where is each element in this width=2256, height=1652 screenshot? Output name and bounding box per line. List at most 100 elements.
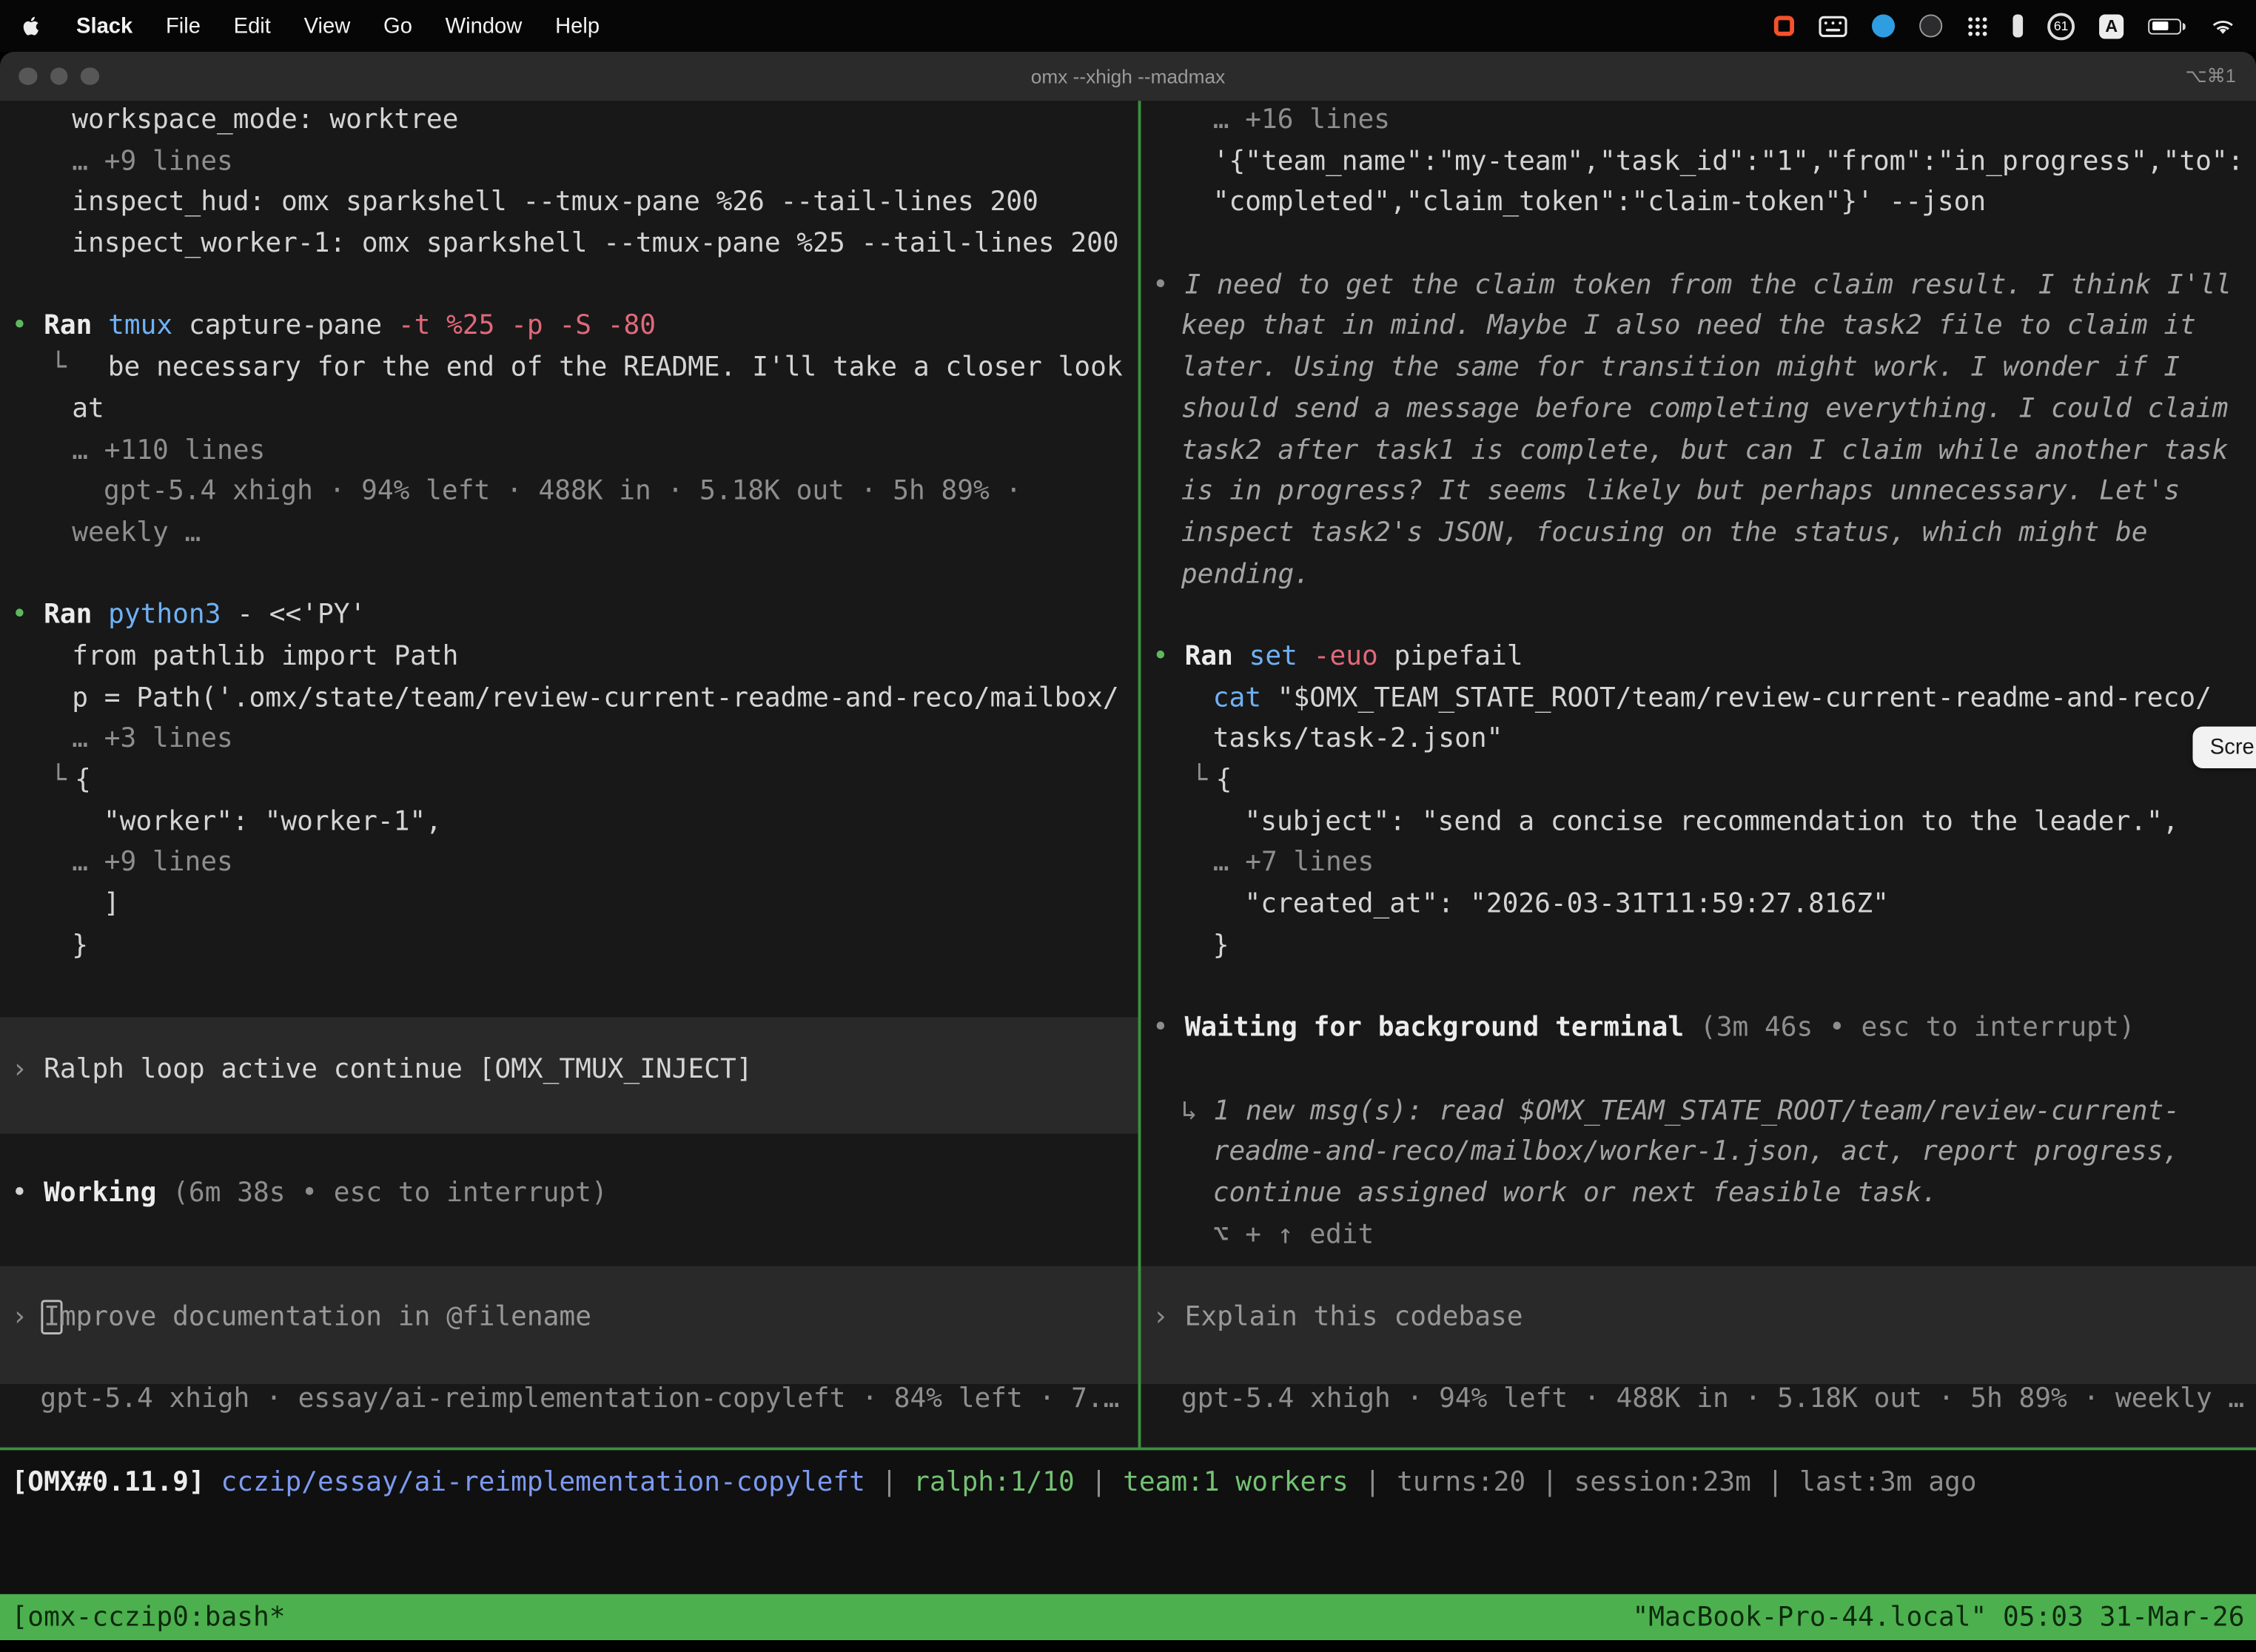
- command-body-line: '{"team_name":"my-team","task_id":"1","f…: [1141, 142, 2256, 184]
- inject-message-line: › Ralph loop active continue [OMX_TMUX_I…: [0, 1050, 1138, 1092]
- command-output-line: "worker": "worker-1",: [0, 802, 1138, 844]
- command-output-line: └{: [0, 761, 1138, 802]
- prompt-placeholder: Explain this codebase: [1185, 1302, 1523, 1332]
- prompt-input-left[interactable]: › Improve documentation in @filename: [0, 1297, 1138, 1339]
- menu-item-view[interactable]: View: [304, 13, 351, 38]
- tmux-status-bar: [omx-cczip0:bash*"MacBook-Pro-44.local" …: [0, 1594, 2256, 1640]
- command-output-line: }: [1141, 926, 2256, 967]
- command-name: set: [1249, 642, 1297, 672]
- command-flags: -euo: [1297, 642, 1378, 672]
- blank-line: [0, 1339, 1138, 1380]
- command-body-line: tasks/task-2.json": [1141, 720, 2256, 762]
- tmux-pane-right[interactable]: … +16 lines '{"team_name":"my-team","tas…: [1141, 101, 2256, 1447]
- collapsed-lines-indicator: … +9 lines: [0, 844, 1138, 885]
- omx-version: [OMX#0.11.9]: [12, 1468, 221, 1498]
- menu-bar-menus: Slack File Edit View Go Window Help: [20, 13, 600, 38]
- blank-line: [0, 967, 1138, 1009]
- command-name: cat: [1213, 683, 1278, 713]
- terminal-window: omx --xhigh --madmax ⌥⌘1 workspace_mode:…: [0, 52, 2256, 1652]
- waiting-label: Waiting for background terminal: [1185, 1013, 1700, 1044]
- input-source-icon[interactable]: A: [2099, 13, 2124, 38]
- menu-bar-status-icons: 61 A: [1774, 13, 2236, 40]
- battery-icon[interactable]: [2148, 18, 2186, 33]
- prompt-input-right[interactable]: › Explain this codebase: [1141, 1297, 2256, 1339]
- bullet-icon: •: [12, 1178, 44, 1209]
- collapsed-lines-indicator: … +7 lines: [1141, 844, 2256, 885]
- ran-command-line: • Ran set -euo pipefail: [1141, 637, 2256, 679]
- tmux-clock: 05:03: [2003, 1602, 2100, 1633]
- zoom-button[interactable]: [81, 67, 98, 85]
- ran-label: Ran: [44, 312, 108, 342]
- thinking-line: is in progress? It seems likely but perh…: [1141, 472, 2256, 514]
- input-source-letter: A: [2105, 16, 2118, 36]
- thinking-line: later. Using the same for transition mig…: [1141, 349, 2256, 390]
- omx-status-line: [OMX#0.11.9] cczip/essay/ai-reimplementa…: [0, 1450, 2256, 1594]
- command-args: pipefail: [1378, 642, 1523, 672]
- chevron-icon: ›: [12, 1302, 44, 1332]
- apple-menu-icon[interactable]: [20, 13, 43, 38]
- menu-item-go[interactable]: Go: [383, 13, 412, 38]
- window-titlebar[interactable]: omx --xhigh --madmax ⌥⌘1: [0, 52, 2256, 101]
- menu-item-file[interactable]: File: [166, 13, 201, 38]
- terminal-content: workspace_mode: worktree … +9 lines insp…: [0, 101, 2256, 1447]
- screen: Slack File Edit View Go Window Help 61 A: [0, 0, 2256, 1652]
- prompt-placeholder: mprove documentation in @filename: [60, 1302, 591, 1332]
- menu-item-help[interactable]: Help: [555, 13, 600, 38]
- blank-line: [0, 266, 1138, 307]
- tmux-pane-left[interactable]: workspace_mode: worktree … +9 lines insp…: [0, 101, 1138, 1447]
- command-body-line: cat "$OMX_TEAM_STATE_ROOT/team/review-cu…: [1141, 679, 2256, 720]
- command-output-line: "subject": "send a concise recommendatio…: [1141, 802, 2256, 844]
- blank-line: [0, 1132, 1138, 1174]
- menu-app-name[interactable]: Slack: [76, 13, 132, 38]
- elbow-icon: └: [50, 349, 108, 390]
- menu-bar: Slack File Edit View Go Window Help 61 A: [0, 0, 2256, 52]
- menu-item-window[interactable]: Window: [446, 13, 523, 38]
- dark-app-icon[interactable]: [1919, 14, 1942, 37]
- thinking-line: keep that in mind. Maybe I also need the…: [1141, 307, 2256, 349]
- command-output-line: at: [0, 389, 1138, 431]
- blank-line: [0, 1091, 1138, 1132]
- bullet-icon: •: [12, 600, 44, 631]
- close-button[interactable]: [19, 67, 36, 85]
- window-title: omx --xhigh --madmax: [1031, 65, 1225, 87]
- ran-command-line: • Ran tmux capture-pane -t %25 -p -S -80: [0, 307, 1138, 349]
- text-cursor: I: [44, 1302, 60, 1332]
- command-flags: -t %25 -p -S -80: [398, 312, 656, 342]
- collapsed-lines-indicator: … +9 lines: [0, 142, 1138, 184]
- thinking-line: • I need to get the claim token from the…: [1141, 266, 2256, 307]
- blank-line: [0, 1256, 1138, 1297]
- omx-last-activity: last:3m ago: [1799, 1468, 1976, 1498]
- chevron-icon: ›: [1152, 1302, 1185, 1332]
- bullet-icon: •: [12, 312, 44, 342]
- command-output-line: ]: [0, 885, 1138, 927]
- command-output-line: }: [0, 926, 1138, 967]
- tmux-host-time: "MacBook-Pro-44.local" 05:03 31-Mar-26: [1633, 1602, 2245, 1633]
- dots-grid-icon[interactable]: [1967, 15, 1988, 36]
- model-status-line: gpt-5.4 xhigh · 94% left · 488K in · 5.1…: [1141, 1380, 2256, 1422]
- tmux-hostname: "MacBook-Pro-44.local": [1633, 1602, 2004, 1633]
- keyboard-icon[interactable]: [1819, 15, 1847, 36]
- blue-app-icon[interactable]: [1872, 14, 1895, 37]
- blank-line: [1141, 224, 2256, 266]
- screen-recording-icon[interactable]: [1774, 16, 1794, 36]
- command-name: python3: [108, 600, 237, 631]
- command-output-line: "created_at": "2026-03-31T11:59:27.816Z": [1141, 885, 2256, 927]
- waiting-meta: (3m 46s • esc to interrupt): [1700, 1013, 2135, 1044]
- waiting-status-line: • Waiting for background terminal (3m 46…: [1141, 1009, 2256, 1050]
- gauge-value: 61: [2054, 19, 2068, 33]
- thinking-line: task2 after task1 is complete, but can I…: [1141, 431, 2256, 472]
- working-meta: (6m 38s • esc to interrupt): [172, 1178, 608, 1209]
- thinking-line: pending.: [1141, 554, 2256, 596]
- blank-line: [0, 1215, 1138, 1257]
- command-body-line: p = Path('.omx/state/team/review-current…: [0, 679, 1138, 720]
- gauge-icon[interactable]: 61: [2047, 13, 2075, 40]
- wifi-icon[interactable]: [2210, 16, 2236, 36]
- key-icon[interactable]: [2012, 14, 2023, 37]
- blank-line: [1141, 967, 2256, 1009]
- omx-team-counter: team:1 workers: [1123, 1468, 1349, 1498]
- menu-item-edit[interactable]: Edit: [234, 13, 271, 38]
- command-body-line: "completed","claim_token":"claim-token"}…: [1141, 184, 2256, 225]
- blank-line: [0, 554, 1138, 596]
- minimize-button[interactable]: [50, 67, 67, 85]
- elbow-icon: └: [1192, 761, 1216, 802]
